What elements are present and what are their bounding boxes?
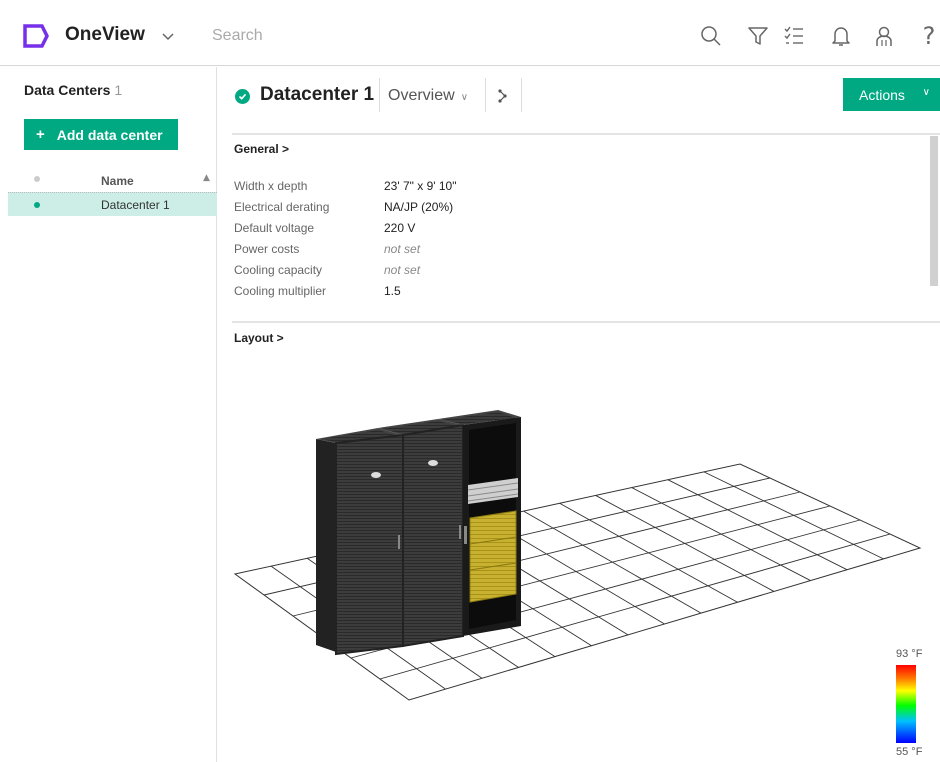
property-row: Width x depth 23' 7" x 9' 10" bbox=[234, 179, 924, 199]
map-view-icon[interactable] bbox=[496, 87, 510, 105]
property-value: not set bbox=[384, 242, 421, 256]
actions-label: Actions bbox=[859, 86, 905, 103]
search-input[interactable] bbox=[212, 25, 612, 47]
name-column-header[interactable]: Name bbox=[101, 174, 134, 188]
list-item-label: Datacenter 1 bbox=[101, 198, 170, 212]
datacenter-3d-layout[interactable] bbox=[218, 350, 940, 762]
temperature-scale-bar bbox=[896, 665, 916, 743]
top-bar: OneView ? bbox=[0, 0, 940, 66]
property-value: 220 V bbox=[384, 221, 416, 235]
panel-title: Data Centers 1 bbox=[24, 82, 122, 98]
property-row: Electrical derating NA/JP (20%) bbox=[234, 200, 924, 220]
divider bbox=[521, 78, 522, 112]
user-icon[interactable] bbox=[870, 22, 898, 50]
list-header: Name ▲ bbox=[8, 171, 217, 193]
general-scrollbar[interactable] bbox=[930, 136, 938, 286]
property-row: Default voltage 220 V bbox=[234, 221, 924, 241]
add-data-center-button[interactable]: + Add data center bbox=[24, 119, 178, 150]
bell-icon[interactable] bbox=[827, 22, 855, 50]
property-label: Width x depth bbox=[234, 179, 308, 193]
status-ok-icon bbox=[34, 202, 40, 208]
general-section-title[interactable]: General > bbox=[234, 142, 289, 156]
property-value: 1.5 bbox=[384, 284, 401, 298]
view-selector[interactable]: Overview ∨ bbox=[388, 87, 468, 105]
details-header: Datacenter 1 Overview ∨ Actions ∨ bbox=[218, 67, 940, 133]
activity-checklist-icon[interactable] bbox=[780, 22, 808, 50]
property-row: Cooling multiplier 1.5 bbox=[234, 284, 924, 299]
property-label: Cooling capacity bbox=[234, 263, 323, 277]
status-ok-icon bbox=[235, 89, 250, 104]
property-label: Cooling multiplier bbox=[234, 284, 327, 298]
search-icon[interactable] bbox=[697, 22, 725, 50]
legend-min-temp: 55 °F bbox=[896, 746, 923, 758]
help-icon[interactable]: ? bbox=[915, 22, 940, 50]
sort-ascending-icon[interactable]: ▲ bbox=[203, 173, 210, 183]
general-properties: Width x depth 23' 7" x 9' 10" Electrical d… bbox=[234, 179, 924, 299]
legend-max-temp: 93 °F bbox=[896, 648, 923, 660]
chevron-down-icon: ∨ bbox=[922, 87, 930, 98]
panel-title-text: Data Centers bbox=[24, 82, 111, 98]
data-centers-panel: Data Centers 1 + Add data center Name ▲ D… bbox=[8, 67, 217, 762]
property-row: Power costs not set bbox=[234, 242, 924, 262]
panel-count: 1 bbox=[114, 82, 123, 98]
property-label: Electrical derating bbox=[234, 200, 330, 214]
chevron-down-icon: ∨ bbox=[460, 92, 469, 103]
property-label: Power costs bbox=[234, 242, 300, 256]
filter-icon[interactable] bbox=[744, 22, 772, 50]
divider bbox=[379, 78, 380, 112]
temperature-legend: 93 °F 55 °F bbox=[888, 648, 934, 760]
section-divider bbox=[232, 133, 940, 135]
property-label: Default voltage bbox=[234, 221, 315, 235]
actions-button[interactable]: Actions ∨ bbox=[843, 78, 940, 111]
status-column-header[interactable] bbox=[34, 176, 40, 182]
property-value: 23' 7" x 9' 10" bbox=[384, 179, 457, 193]
property-row: Cooling capacity not set bbox=[234, 263, 924, 283]
divider bbox=[485, 78, 486, 112]
layout-section-title[interactable]: Layout > bbox=[234, 331, 284, 345]
chevron-down-icon[interactable] bbox=[158, 28, 178, 44]
list-item[interactable]: Datacenter 1 bbox=[8, 192, 217, 216]
add-data-center-label: Add data center bbox=[56, 126, 163, 143]
property-value: NA/JP (20%) bbox=[384, 200, 454, 214]
property-value: not set bbox=[384, 263, 421, 277]
oneview-logo-icon[interactable] bbox=[22, 23, 50, 49]
rack-row bbox=[316, 410, 521, 656]
plus-icon: + bbox=[36, 126, 45, 143]
view-selector-label: Overview bbox=[388, 87, 455, 104]
section-divider bbox=[232, 321, 940, 323]
page-title: Datacenter 1 bbox=[260, 84, 375, 105]
app-name[interactable]: OneView bbox=[65, 24, 145, 46]
